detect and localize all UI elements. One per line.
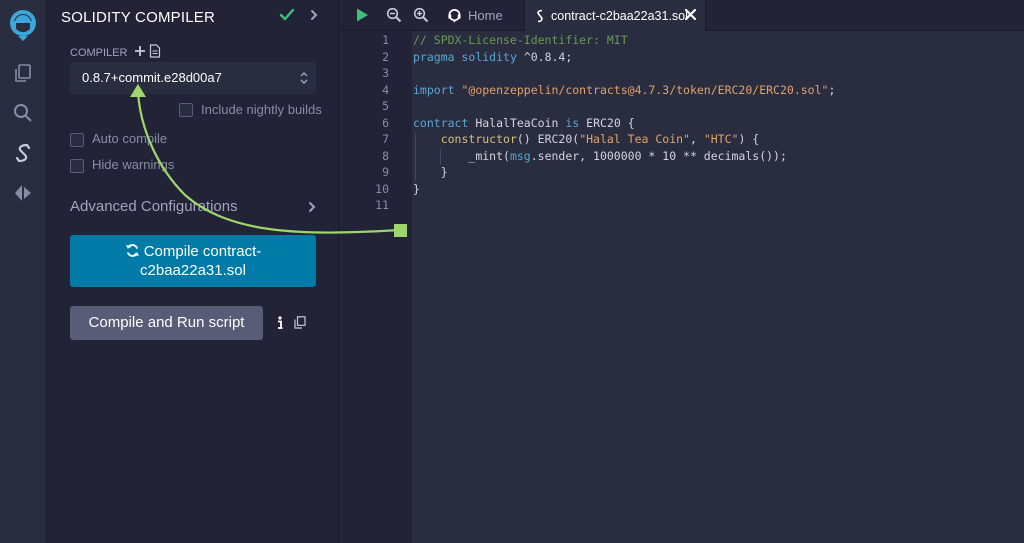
compiler-file-icon[interactable]: [149, 44, 161, 58]
code-token: solidity: [461, 49, 517, 64]
compiler-version-value: 0.8.7+commit.e28d00a7: [82, 70, 222, 85]
line-number: 8: [382, 148, 389, 163]
line-number: 10: [375, 181, 389, 196]
code-token: constructor: [440, 132, 517, 146]
compile-and-run-script-button[interactable]: Compile and Run script: [70, 306, 263, 340]
remix-home-icon: [448, 9, 461, 23]
line-number: 4: [382, 82, 389, 97]
add-compiler-icon[interactable]: [133, 44, 147, 58]
search-icon[interactable]: [8, 98, 38, 128]
code-token: "Halal Tea Coin": [579, 132, 690, 146]
code-token: contract: [413, 115, 469, 130]
solidity-compiler-icon[interactable]: [8, 138, 38, 168]
advanced-configurations-toggle[interactable]: Advanced Configurations: [70, 198, 238, 215]
code-line: import "@openzeppelin/contracts@4.7.3/to…: [413, 83, 835, 97]
file-explorer-icon[interactable]: [8, 58, 38, 88]
editor-gutter: 1 2 3 4 5 6 7 8 9 10 11: [340, 31, 412, 543]
line-number: 7: [382, 132, 389, 146]
code-token: pragma: [413, 49, 455, 64]
code-token: msg: [509, 148, 531, 163]
tab-contract-file[interactable]: contract-c2baa22a31.sol: [524, 0, 706, 31]
advanced-chevron-icon[interactable]: [305, 200, 319, 214]
auto-compile-label: Auto compile: [92, 131, 168, 146]
code-token: () ERC20(: [516, 132, 580, 146]
code-token: "HTC": [703, 132, 739, 146]
panel-title: SOLIDITY COMPILER: [61, 9, 215, 26]
code-line: }: [413, 165, 448, 179]
auto-compile-checkbox[interactable]: [70, 133, 84, 147]
line-number: 9: [382, 165, 389, 179]
refresh-icon: [125, 244, 139, 257]
code-token: ;: [828, 82, 836, 97]
include-nightly-label: Include nightly builds: [201, 102, 322, 117]
line-number: 2: [382, 49, 389, 64]
compile-button-line1: Compile contract-: [70, 242, 316, 261]
code-line: _mint(msg.sender, 1000000 * 10 ** decima…: [413, 149, 787, 163]
code-token: import: [413, 82, 455, 97]
compile-button-text2: c2baa22a31.sol: [140, 262, 246, 279]
compiler-version-select[interactable]: 0.8.7+commit.e28d00a7: [70, 62, 316, 94]
tab-home[interactable]: Home: [447, 0, 503, 31]
code-line: contract HalalTeaCoin is ERC20 {: [413, 116, 635, 130]
copy-icon[interactable]: [294, 316, 306, 329]
code-token: .sender, 1000000 * 10 ** decimals());: [530, 148, 787, 163]
compile-button[interactable]: Compile contract- c2baa22a31.sol: [70, 235, 316, 287]
line-number: 5: [382, 99, 389, 113]
compile-button-text1: Compile contract-: [143, 243, 262, 260]
zoom-in-icon[interactable]: [413, 7, 429, 23]
remix-logo-icon[interactable]: [5, 6, 41, 42]
compiler-label: COMPILER: [70, 47, 128, 59]
close-tab-icon[interactable]: [684, 8, 697, 21]
tab-file-label: contract-c2baa22a31.sol: [551, 8, 688, 23]
tab-home-label: Home: [468, 8, 503, 23]
line-number: 6: [382, 115, 389, 130]
code-line: // SPDX-License-Identifier: MIT: [413, 33, 628, 47]
code-token: "@openzeppelin/contracts@4.7.3/token/ERC…: [461, 82, 829, 97]
code-line: }: [413, 181, 420, 196]
deploy-ethereum-icon[interactable]: [8, 178, 38, 208]
solidity-compiler-panel: SOLIDITY COMPILER COMPILER 0.8.7+commit.…: [47, 0, 339, 543]
chevron-right-icon[interactable]: [307, 8, 321, 22]
icon-rail: [0, 0, 47, 543]
info-icon[interactable]: [275, 315, 285, 331]
code-token: HalalTeaCoin: [475, 115, 559, 130]
hide-warnings-label: Hide warnings: [92, 157, 175, 172]
code-line: pragma solidity ^0.8.4;: [413, 50, 572, 64]
check-icon: [279, 8, 295, 21]
code-token: _mint(: [468, 148, 510, 163]
code-token: ,: [689, 132, 704, 146]
select-caret-icon: [300, 72, 308, 84]
solidity-file-icon: [537, 9, 543, 22]
run-play-icon[interactable]: [354, 7, 370, 23]
zoom-out-icon[interactable]: [386, 7, 402, 23]
line-number: 3: [382, 66, 389, 80]
code-editor[interactable]: // SPDX-License-Identifier: MIT pragma s…: [412, 31, 1024, 543]
line-number: 11: [375, 198, 389, 212]
include-nightly-checkbox[interactable]: [179, 103, 193, 117]
code-token: ^0.8.4;: [523, 49, 573, 64]
code-token: ERC20 {: [586, 115, 635, 130]
hide-warnings-checkbox[interactable]: [70, 159, 84, 173]
editor-tab-bar: Home contract-c2baa22a31.sol: [340, 0, 1024, 31]
code-token: ) {: [738, 132, 760, 146]
line-number: 1: [382, 33, 389, 47]
code-token: is: [565, 115, 580, 130]
code-line: constructor() ERC20("Halal Tea Coin", "H…: [413, 132, 760, 146]
